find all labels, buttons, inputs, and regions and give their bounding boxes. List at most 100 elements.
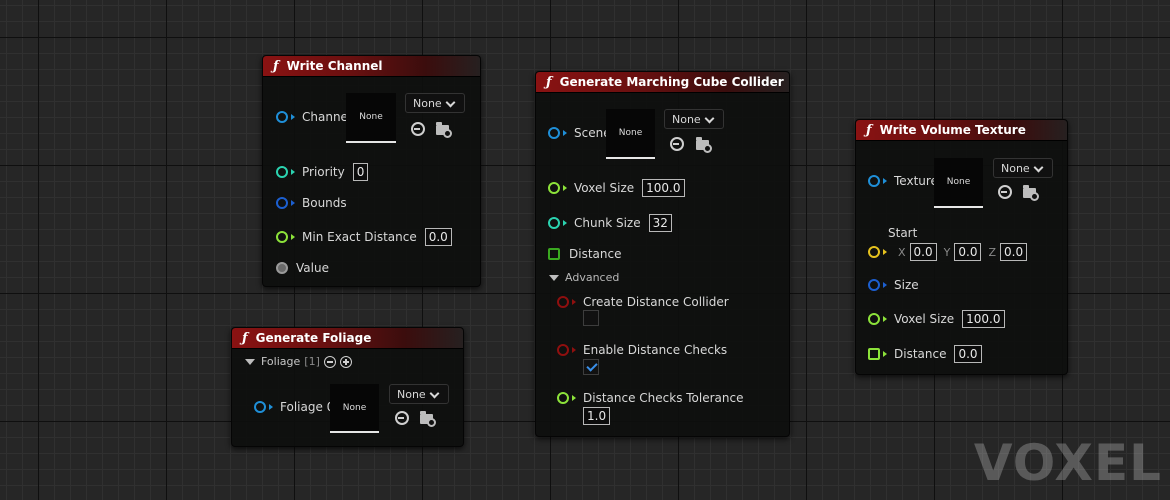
write-volume-texture-node[interactable]: ƒ Write Volume Texture Texture None None…: [855, 119, 1068, 375]
scene-asset-dropdown[interactable]: None: [664, 109, 724, 129]
float-pin-icon[interactable]: [276, 231, 288, 243]
pin-arrow-icon: [563, 220, 567, 226]
pin-arrow-icon: [572, 299, 576, 305]
scene-asset-thumbnail[interactable]: None: [606, 109, 655, 159]
create-distance-collider-checkbox[interactable]: [583, 310, 599, 326]
foliage0-asset-dropdown[interactable]: None: [389, 384, 449, 404]
pin-arrow-icon: [883, 316, 887, 322]
float-pin-icon[interactable]: [548, 182, 560, 194]
priority-input[interactable]: 0: [352, 163, 369, 181]
foliage-array-group[interactable]: Foliage [1]: [245, 355, 352, 368]
pin-label: Enable Distance Checks: [583, 343, 728, 357]
start-z-input[interactable]: 0.0: [1000, 243, 1028, 261]
pin-label: Priority: [302, 165, 345, 179]
add-element-icon[interactable]: [339, 355, 352, 368]
chunk-size-pin[interactable]: Chunk Size 32: [548, 214, 672, 232]
channel-asset-dropdown[interactable]: None: [405, 93, 465, 113]
channel-pin[interactable]: Channel: [276, 110, 351, 124]
int-pin-icon[interactable]: [548, 217, 560, 229]
channel-asset-thumbnail[interactable]: None: [346, 93, 396, 143]
value-pin[interactable]: Value: [276, 261, 329, 275]
distance-input[interactable]: 0.0: [954, 345, 982, 363]
object-pin-icon[interactable]: [254, 401, 266, 413]
distance-pin-icon[interactable]: [868, 348, 880, 360]
value-pin-icon[interactable]: [276, 262, 288, 274]
use-selected-asset-icon[interactable]: [670, 137, 684, 151]
pin-arrow-icon: [883, 282, 887, 288]
pin-label: Chunk Size: [574, 216, 641, 230]
distance-pin[interactable]: Distance 0.0: [868, 345, 982, 363]
texture-asset-dropdown[interactable]: None: [993, 158, 1053, 178]
bounds-pin-icon[interactable]: [868, 279, 880, 291]
texture-asset-thumbnail[interactable]: None: [934, 158, 983, 208]
function-icon: ƒ: [866, 122, 872, 138]
create-distance-collider-pin[interactable]: Create Distance Collider: [557, 295, 729, 309]
start-y-input[interactable]: 0.0: [954, 243, 982, 261]
chevron-down-icon: [1033, 162, 1044, 173]
min-exact-distance-input[interactable]: 0.0: [424, 228, 452, 246]
write-channel-node[interactable]: ƒ Write Channel Channel None None Priori…: [262, 55, 481, 287]
min-exact-distance-pin[interactable]: Min Exact Distance 0.0: [276, 228, 452, 246]
texture-pin[interactable]: Texture: [868, 174, 938, 188]
distance-checks-tolerance-input[interactable]: 1.0: [583, 407, 611, 425]
distance-checks-tolerance-pin[interactable]: Distance Checks Tolerance: [557, 391, 744, 405]
generate-foliage-header[interactable]: ƒ Generate Foliage: [232, 328, 463, 349]
enable-distance-checks-pin[interactable]: Enable Distance Checks: [557, 343, 727, 357]
bounds-pin[interactable]: Bounds: [276, 196, 347, 210]
start-x-input[interactable]: 0.0: [909, 243, 937, 261]
bounds-pin-icon[interactable]: [276, 197, 288, 209]
foliage0-asset-thumbnail[interactable]: None: [330, 384, 379, 433]
distance-pin[interactable]: Distance: [548, 247, 621, 261]
node-title: Generate Foliage: [255, 331, 372, 345]
marching-cube-header[interactable]: ƒ Generate Marching Cube Collider: [536, 72, 789, 93]
pin-label: Distance: [894, 347, 947, 361]
voxel-size-pin[interactable]: Voxel Size 100.0: [548, 179, 685, 197]
pin-arrow-icon: [572, 395, 576, 401]
object-pin-icon[interactable]: [548, 127, 560, 139]
node-title: Write Channel: [286, 59, 383, 73]
pin-arrow-icon: [269, 404, 273, 410]
object-pin-icon[interactable]: [276, 111, 288, 123]
voxel-size-input[interactable]: 100.0: [962, 310, 1005, 328]
collapse-arrow-icon[interactable]: [245, 358, 255, 365]
vector-pin-icon[interactable]: [868, 246, 880, 258]
bool-pin-icon[interactable]: [557, 344, 569, 356]
float-pin-icon[interactable]: [868, 313, 880, 325]
enable-distance-checks-checkbox[interactable]: [583, 359, 599, 375]
size-pin[interactable]: Size: [868, 278, 919, 292]
bool-pin-icon[interactable]: [557, 296, 569, 308]
generate-foliage-node[interactable]: ƒ Generate Foliage Foliage [1] Foliage 0…: [231, 327, 464, 447]
pin-label: Create Distance Collider: [583, 295, 729, 309]
use-selected-asset-icon[interactable]: [411, 122, 425, 136]
priority-pin[interactable]: Priority 0: [276, 163, 369, 181]
chevron-down-icon: [445, 97, 456, 108]
chunk-size-input[interactable]: 32: [648, 214, 672, 232]
browse-asset-icon[interactable]: [1023, 185, 1039, 201]
pin-arrow-icon: [883, 351, 887, 357]
write-channel-header[interactable]: ƒ Write Channel: [263, 56, 480, 77]
distance-pin-icon[interactable]: [548, 248, 560, 260]
write-volume-texture-header[interactable]: ƒ Write Volume Texture: [856, 120, 1067, 141]
marching-cube-collider-node[interactable]: ƒ Generate Marching Cube Collider Scene …: [535, 71, 790, 437]
pin-label: Distance Checks Tolerance: [583, 391, 744, 405]
chevron-down-icon: [704, 113, 715, 124]
browse-asset-icon[interactable]: [696, 137, 712, 153]
float-pin-icon[interactable]: [557, 392, 569, 404]
voxel-size-pin[interactable]: Voxel Size 100.0: [868, 310, 1005, 328]
foliage0-pin[interactable]: Foliage 0: [254, 400, 334, 414]
remove-element-icon[interactable]: [323, 355, 336, 368]
browse-asset-icon[interactable]: [420, 411, 436, 427]
pin-label: Distance: [569, 247, 622, 261]
voxel-size-input[interactable]: 100.0: [642, 179, 685, 197]
use-selected-asset-icon[interactable]: [998, 185, 1012, 199]
int-pin-icon[interactable]: [276, 166, 288, 178]
use-selected-asset-icon[interactable]: [395, 411, 409, 425]
advanced-section-toggle[interactable]: Advanced: [549, 271, 619, 284]
pin-arrow-icon: [883, 249, 887, 255]
object-pin-icon[interactable]: [868, 175, 880, 187]
scene-pin[interactable]: Scene: [548, 126, 611, 140]
browse-asset-icon[interactable]: [436, 122, 452, 138]
start-pin[interactable]: X 0.0 Y 0.0 Z 0.0: [868, 243, 1028, 261]
pin-arrow-icon: [563, 130, 567, 136]
z-label: Z: [988, 245, 997, 259]
